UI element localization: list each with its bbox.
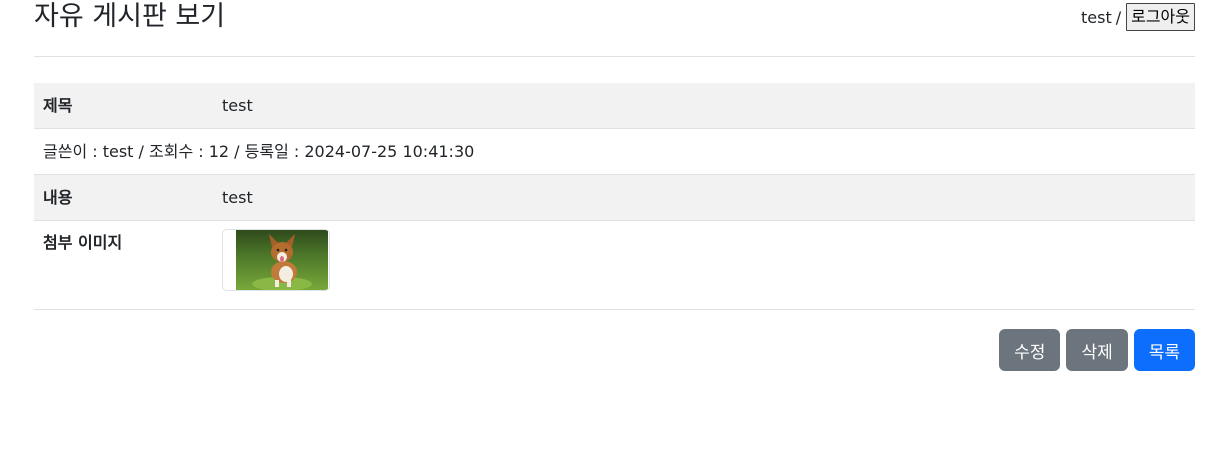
- page-header: 자유 게시판 보기 test / 로그아웃: [34, 0, 1195, 57]
- post-meta: 글쓴이 : test / 조회수 : 12 / 등록일 : 2024-07-25…: [34, 128, 1195, 175]
- title-value: test: [213, 83, 1195, 129]
- content-label: 내용: [34, 174, 213, 221]
- logout-button[interactable]: 로그아웃: [1126, 3, 1195, 31]
- board-view: 자유 게시판 보기 test / 로그아웃 제목 test 글쓴이 : test…: [34, 0, 1195, 371]
- username: test: [1080, 7, 1112, 27]
- list-button[interactable]: 목록: [1133, 329, 1195, 371]
- image-row: 첨부 이미지: [34, 220, 1195, 310]
- delete-button[interactable]: 삭제: [1066, 329, 1128, 371]
- title-row: 제목 test: [34, 83, 1195, 129]
- content-value: test: [213, 174, 1195, 221]
- action-buttons: 수정 삭제 목록: [999, 329, 1195, 371]
- dog-photo-icon: [236, 230, 328, 290]
- title-label: 제목: [34, 83, 213, 129]
- meta-row: 글쓴이 : test / 조회수 : 12 / 등록일 : 2024-07-25…: [34, 128, 1195, 175]
- attached-image[interactable]: [222, 229, 330, 291]
- content-row: 내용 test: [34, 174, 1195, 221]
- image-label: 첨부 이미지: [34, 220, 213, 310]
- user-area: test / 로그아웃: [1081, 3, 1195, 31]
- post-detail-table: 제목 test 글쓴이 : test / 조회수 : 12 / 등록일 : 20…: [34, 83, 1195, 310]
- page-title: 자유 게시판 보기: [34, 1, 226, 32]
- user-separator: /: [1115, 7, 1122, 27]
- edit-button[interactable]: 수정: [999, 329, 1061, 371]
